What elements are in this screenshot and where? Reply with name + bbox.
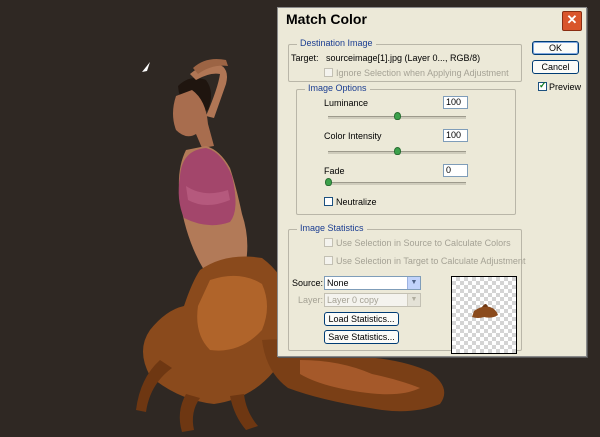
layer-select[interactable]: Layer 0 copy ▼	[324, 293, 421, 307]
neutralize-checkbox[interactable]	[324, 197, 333, 206]
color-intensity-label: Color Intensity	[324, 131, 382, 141]
source-label: Source:	[292, 278, 324, 288]
layer-label: Layer:	[298, 295, 324, 305]
preview-label: Preview	[549, 82, 582, 92]
match-color-dialog: Match Color ✕ Destination Image Target: …	[277, 7, 587, 357]
ignore-selection-checkbox[interactable]	[324, 68, 333, 77]
fade-input[interactable]: 0	[443, 164, 468, 177]
use-target-selection-label: Use Selection in Target to Calculate Adj…	[336, 256, 526, 266]
ok-button[interactable]: OK	[532, 41, 579, 55]
luminance-label: Luminance	[324, 98, 369, 108]
dialog-titlebar[interactable]: Match Color ✕	[278, 8, 586, 32]
save-statistics-button[interactable]: Save Statistics...	[324, 330, 399, 344]
preview-checkbox[interactable]	[538, 80, 547, 91]
color-intensity-slider-thumb[interactable]	[393, 147, 401, 155]
dialog-title: Match Color	[286, 11, 367, 27]
ignore-selection-label: Ignore Selection when Applying Adjustmen…	[336, 68, 509, 78]
luminance-input[interactable]: 100	[443, 96, 468, 109]
fade-slider-track[interactable]	[328, 182, 466, 185]
target-label: Target:	[291, 53, 319, 63]
use-source-selection-label: Use Selection in Source to Calculate Col…	[336, 238, 511, 248]
luminance-slider-thumb[interactable]	[393, 112, 401, 120]
fade-slider-thumb[interactable]	[325, 178, 332, 186]
chevron-down-icon: ▼	[407, 294, 420, 306]
source-select-value: None	[327, 278, 349, 288]
destination-image-title: Destination Image	[297, 38, 376, 48]
cancel-button[interactable]: Cancel	[532, 60, 579, 74]
fade-label: Fade	[324, 166, 345, 176]
neutralize-label: Neutralize	[336, 197, 377, 207]
use-source-selection-checkbox[interactable]	[324, 238, 333, 247]
load-statistics-button[interactable]: Load Statistics...	[324, 312, 399, 326]
close-icon[interactable]: ✕	[562, 11, 582, 31]
color-intensity-input[interactable]: 100	[443, 129, 468, 142]
chevron-down-icon: ▼	[407, 277, 420, 289]
use-target-selection-checkbox[interactable]	[324, 256, 333, 265]
thumbnail-preview-image	[472, 304, 498, 318]
target-value: sourceimage[1].jpg (Layer 0..., RGB/8)	[326, 53, 481, 63]
image-statistics-title: Image Statistics	[297, 223, 367, 233]
image-options-title: Image Options	[305, 83, 370, 93]
source-select[interactable]: None ▼	[324, 276, 421, 290]
layer-select-value: Layer 0 copy	[327, 295, 379, 305]
statistics-thumbnail	[451, 276, 517, 354]
